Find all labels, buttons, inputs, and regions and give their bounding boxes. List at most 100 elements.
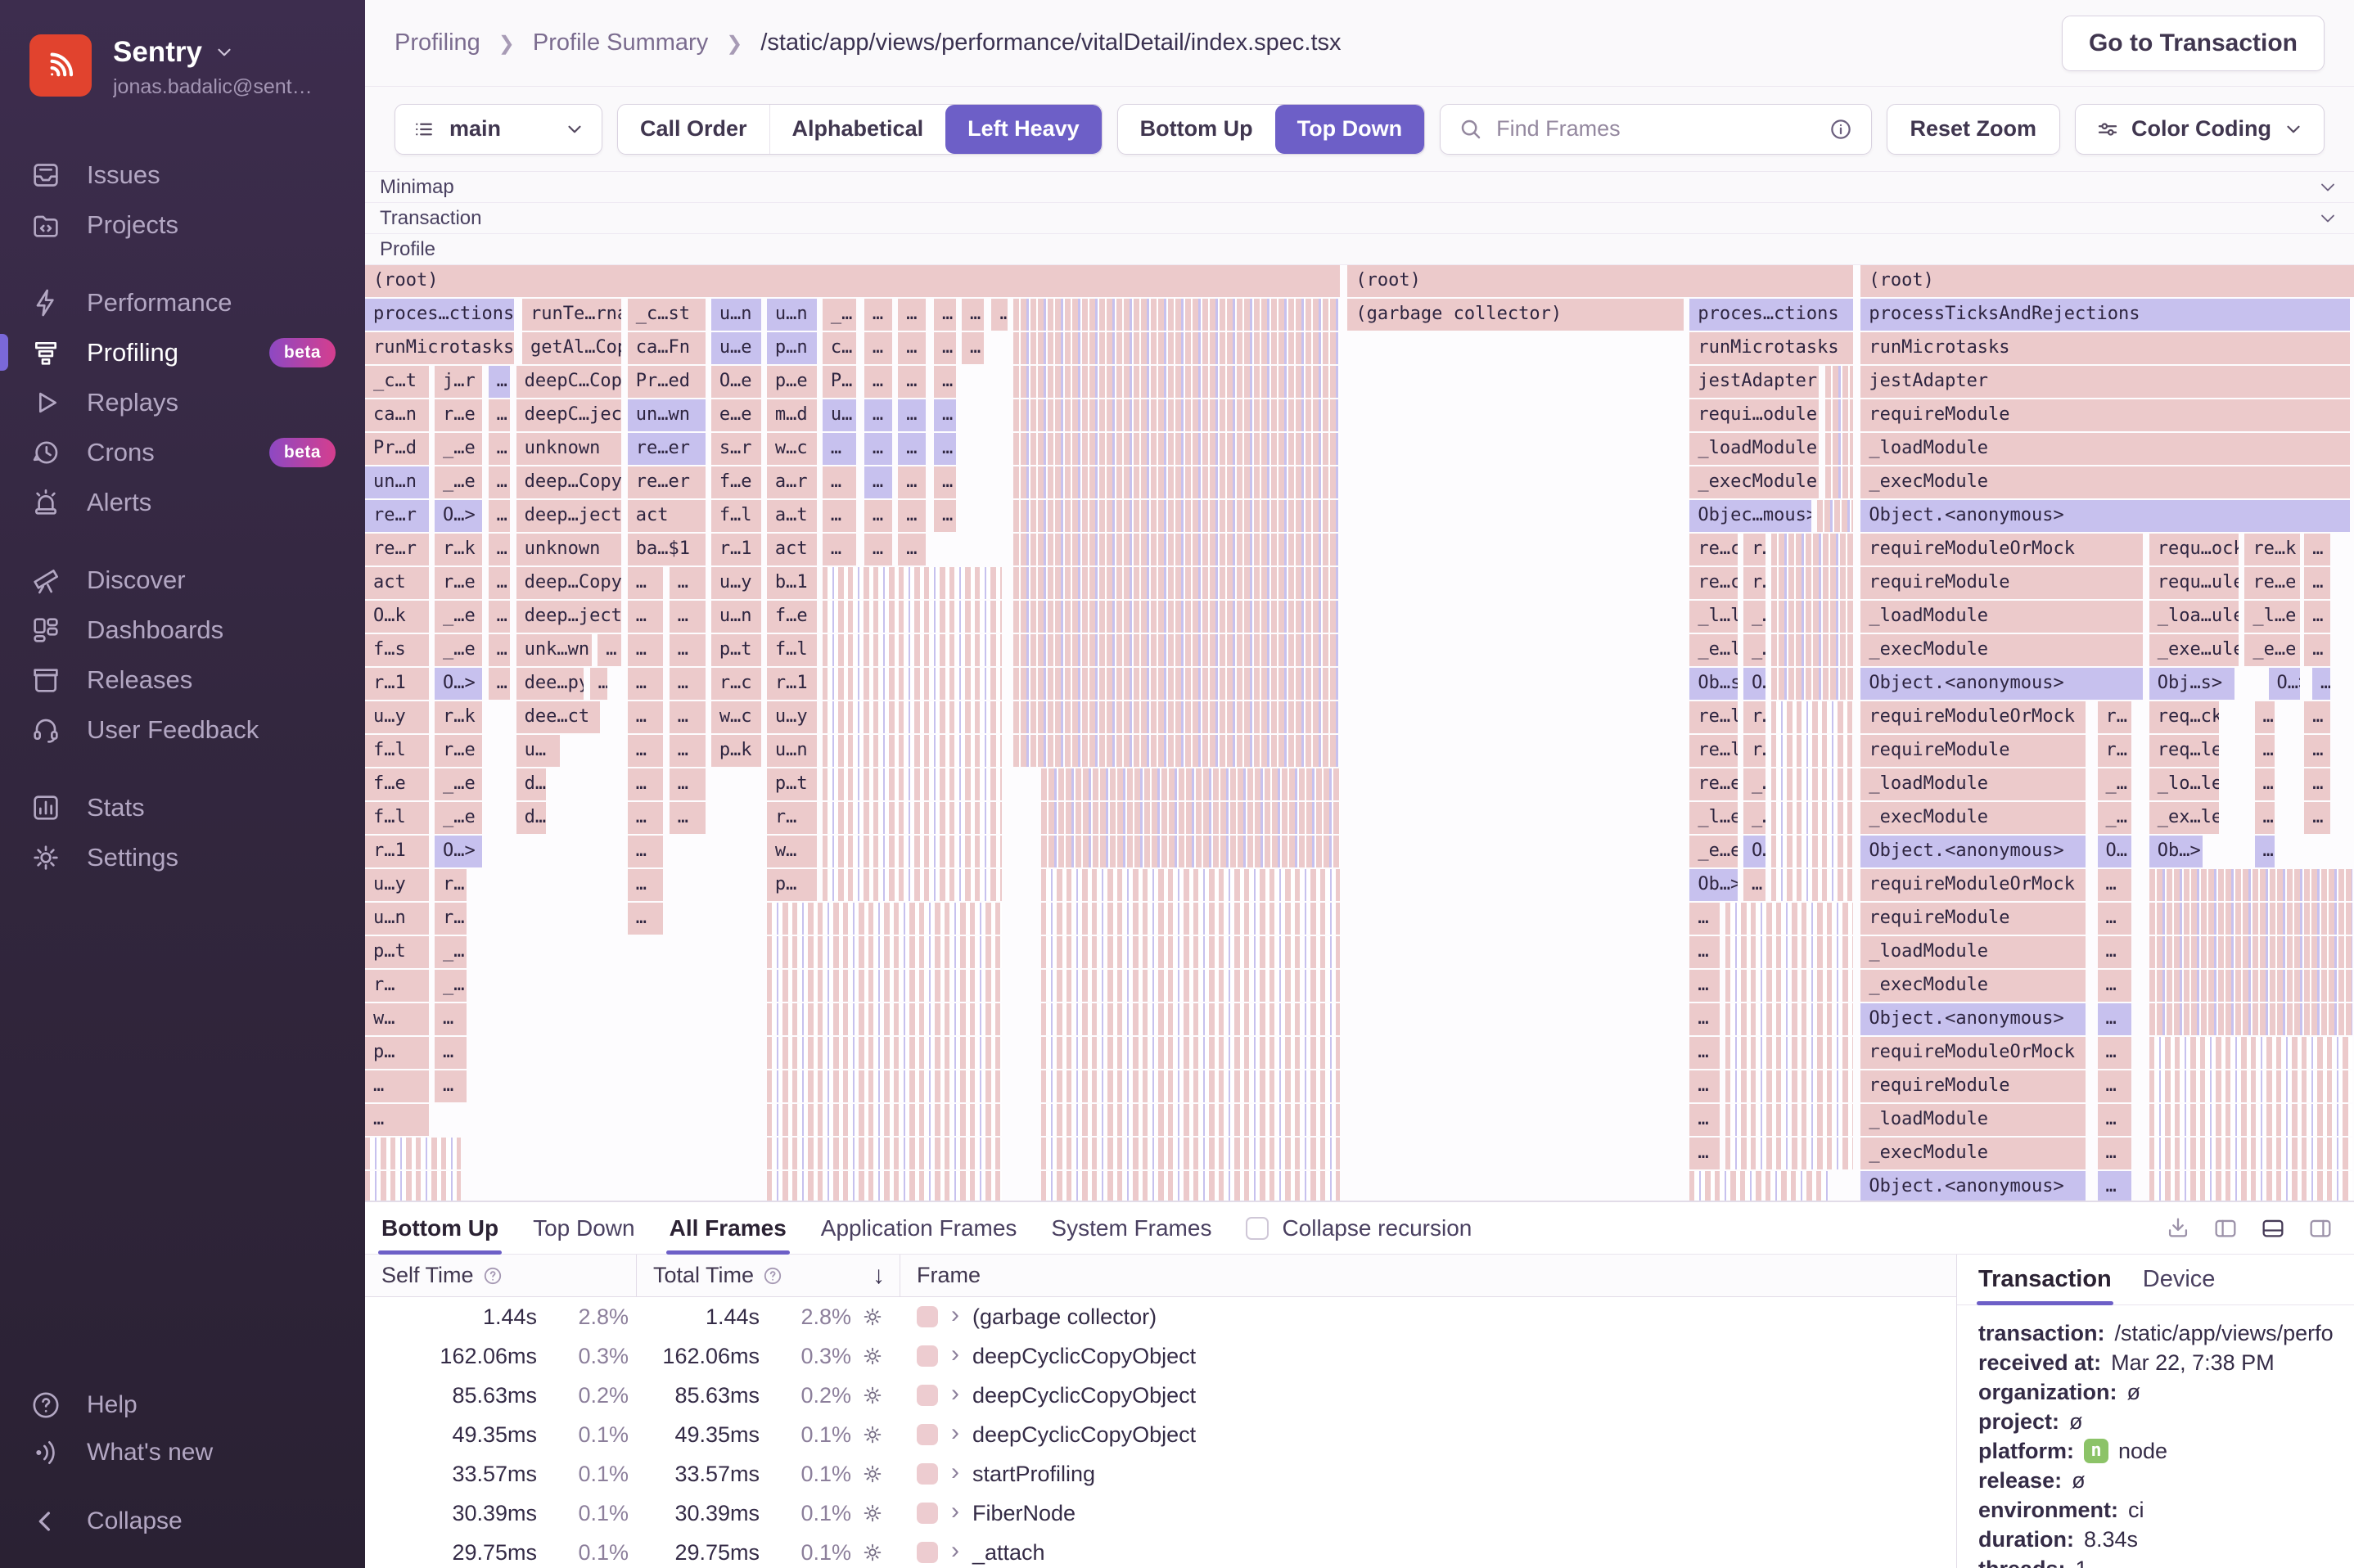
flame-frame[interactable]: … [488, 567, 511, 599]
flame-frame[interactable]: … [2097, 1171, 2131, 1201]
flame-frame[interactable]: requireModule [1860, 1070, 2086, 1102]
flame-frame[interactable]: … [627, 567, 664, 599]
flame-frame[interactable]: proces…ctions [365, 299, 515, 331]
flame-frame[interactable]: w… [766, 836, 817, 867]
gear-icon[interactable] [851, 1345, 894, 1367]
sidebar-item-settings[interactable]: Settings [29, 832, 336, 882]
flame-frame[interactable]: O…> [2268, 668, 2301, 700]
flame-frame[interactable]: … [488, 500, 511, 532]
flame-frame[interactable]: r…e [435, 735, 483, 767]
sidebar-item-what-s-new[interactable]: What's new [29, 1429, 336, 1476]
flame-frame[interactable]: … [669, 668, 706, 700]
gear-icon[interactable] [851, 1502, 894, 1525]
flame-frame[interactable]: Ob…s> [1689, 668, 1738, 700]
sidebar-item-alerts[interactable]: Alerts [29, 477, 336, 527]
flame-frame[interactable]: re…e [1689, 768, 1738, 800]
flame-frame[interactable]: … [627, 869, 664, 901]
flame-frame[interactable]: … [435, 1003, 467, 1035]
flame-frame[interactable]: f…e [365, 768, 429, 800]
flame-frame[interactable]: … [2097, 1003, 2131, 1035]
flame-frame[interactable]: … [2304, 534, 2330, 565]
flame-frame[interactable]: … [2254, 701, 2275, 733]
collapse-recursion-toggle[interactable]: Collapse recursion [1246, 1215, 1472, 1241]
flame-frame[interactable]: … [2304, 701, 2330, 733]
flame-frame[interactable]: … [1689, 1003, 1720, 1035]
flame-frame[interactable]: deepC…Copy [516, 366, 622, 398]
flame-frame[interactable]: un…wn [627, 399, 706, 431]
flame-frame[interactable]: requireModule [1860, 567, 2144, 599]
flame-frame[interactable]: requ…ock [2149, 534, 2239, 565]
flame-frame[interactable]: … [2097, 1037, 2131, 1069]
flame-frame[interactable]: dee…py [516, 668, 584, 700]
flame-frame[interactable]: _…e [435, 601, 483, 633]
table-row[interactable]: 162.06ms 0.3% 162.06ms 0.3% › deepCyclicCopyO… [365, 1336, 1956, 1376]
flame-frame[interactable]: a…r [766, 466, 817, 498]
expand-chevron-icon[interactable]: › [951, 1381, 959, 1406]
chevron-down-icon[interactable] [2316, 176, 2339, 199]
flame-frame[interactable]: _execModule [1860, 970, 2086, 1002]
flame-frame[interactable]: … [627, 601, 664, 633]
flame-frame[interactable]: u…y [365, 869, 429, 901]
flame-frame[interactable]: … [864, 500, 892, 532]
flame-frame[interactable]: u…n [766, 735, 817, 767]
flame-frame[interactable]: _c…t [365, 366, 429, 398]
sidebar-item-releases[interactable]: Releases [29, 655, 336, 705]
flame-frame[interactable]: … [933, 433, 956, 465]
flame-frame[interactable]: _…e [435, 466, 483, 498]
sidebar-item-issues[interactable]: Issues [29, 150, 336, 200]
flame-frame[interactable]: _… [2097, 768, 2131, 800]
flame-frame[interactable]: r…c [710, 668, 761, 700]
flame-frame[interactable]: r…1 [710, 534, 761, 565]
flame-frame[interactable]: Object.<anonymous> [1860, 500, 2351, 532]
flame-frame[interactable]: … [488, 634, 511, 666]
flame-frame[interactable]: re…er [627, 433, 706, 465]
flame-frame[interactable]: r…k [435, 701, 483, 733]
flame-frame[interactable]: … [669, 634, 706, 666]
flame-frame[interactable]: Object.<anonymous> [1860, 668, 2144, 700]
flame-frame[interactable]: r… [365, 970, 429, 1002]
flame-frame[interactable]: … [627, 836, 664, 867]
flame-frame[interactable]: O…> [435, 836, 483, 867]
flame-frame[interactable]: runMicrotasks [365, 332, 515, 364]
flame-frame[interactable]: d… [516, 802, 547, 834]
flame-frame[interactable]: w… [365, 1003, 429, 1035]
flame-frame[interactable]: f…l [365, 802, 429, 834]
flame-frame[interactable]: O… [1743, 836, 1766, 867]
segment-bottom-up[interactable]: Bottom Up [1118, 105, 1275, 154]
flame-frame[interactable]: … [669, 567, 706, 599]
flame-frame[interactable]: … [2254, 802, 2275, 834]
flame-frame[interactable]: runMicrotasks [1689, 332, 1853, 364]
flame-frame[interactable]: … [598, 634, 622, 666]
flame-frame[interactable]: … [669, 802, 706, 834]
gear-icon[interactable] [851, 1384, 894, 1407]
flame-frame[interactable]: re…r [365, 500, 429, 532]
sidebar-item-crons[interactable]: Crons beta [29, 427, 336, 477]
flame-frame[interactable]: _… [822, 299, 857, 331]
frame-header[interactable]: Frame [900, 1255, 1956, 1296]
details-tab-transaction[interactable]: Transaction [1977, 1255, 2113, 1305]
table-row[interactable]: 1.44s 2.8% 1.44s 2.8% › (garbage collector) [365, 1297, 1956, 1336]
flame-frame[interactable]: Object.<anonymous> [1860, 836, 2086, 867]
flame-frame[interactable]: r… [1743, 735, 1766, 767]
band-transaction[interactable]: Transaction [365, 203, 2354, 234]
download-icon[interactable] [2164, 1214, 2192, 1242]
flame-frame[interactable]: … [669, 768, 706, 800]
checkbox[interactable] [1246, 1216, 1269, 1240]
flame-frame[interactable]: r…e [435, 567, 483, 599]
flame-frame[interactable]: … [962, 332, 984, 364]
flame-frame[interactable]: act [766, 534, 817, 565]
flame-frame[interactable]: Ob…> [2149, 836, 2203, 867]
flame-frame[interactable]: … [898, 366, 927, 398]
flame-frame[interactable]: … [1689, 1037, 1720, 1069]
flame-frame[interactable]: requ…ule [2149, 567, 2239, 599]
flame-frame[interactable]: _loadModule [1860, 768, 2086, 800]
sidebar-item-projects[interactable]: Projects [29, 200, 336, 250]
flame-frame[interactable]: … [669, 701, 706, 733]
flame-frame[interactable]: … [488, 399, 511, 431]
flame-frame[interactable]: … [898, 534, 927, 565]
flame-frame[interactable]: un…n [365, 466, 429, 498]
flame-frame[interactable]: _execModule [1860, 466, 2351, 498]
flame-frame[interactable]: … [627, 903, 664, 935]
flame-frame[interactable]: requireModuleOrMock [1860, 1037, 2086, 1069]
flame-frame[interactable]: … [589, 668, 608, 700]
